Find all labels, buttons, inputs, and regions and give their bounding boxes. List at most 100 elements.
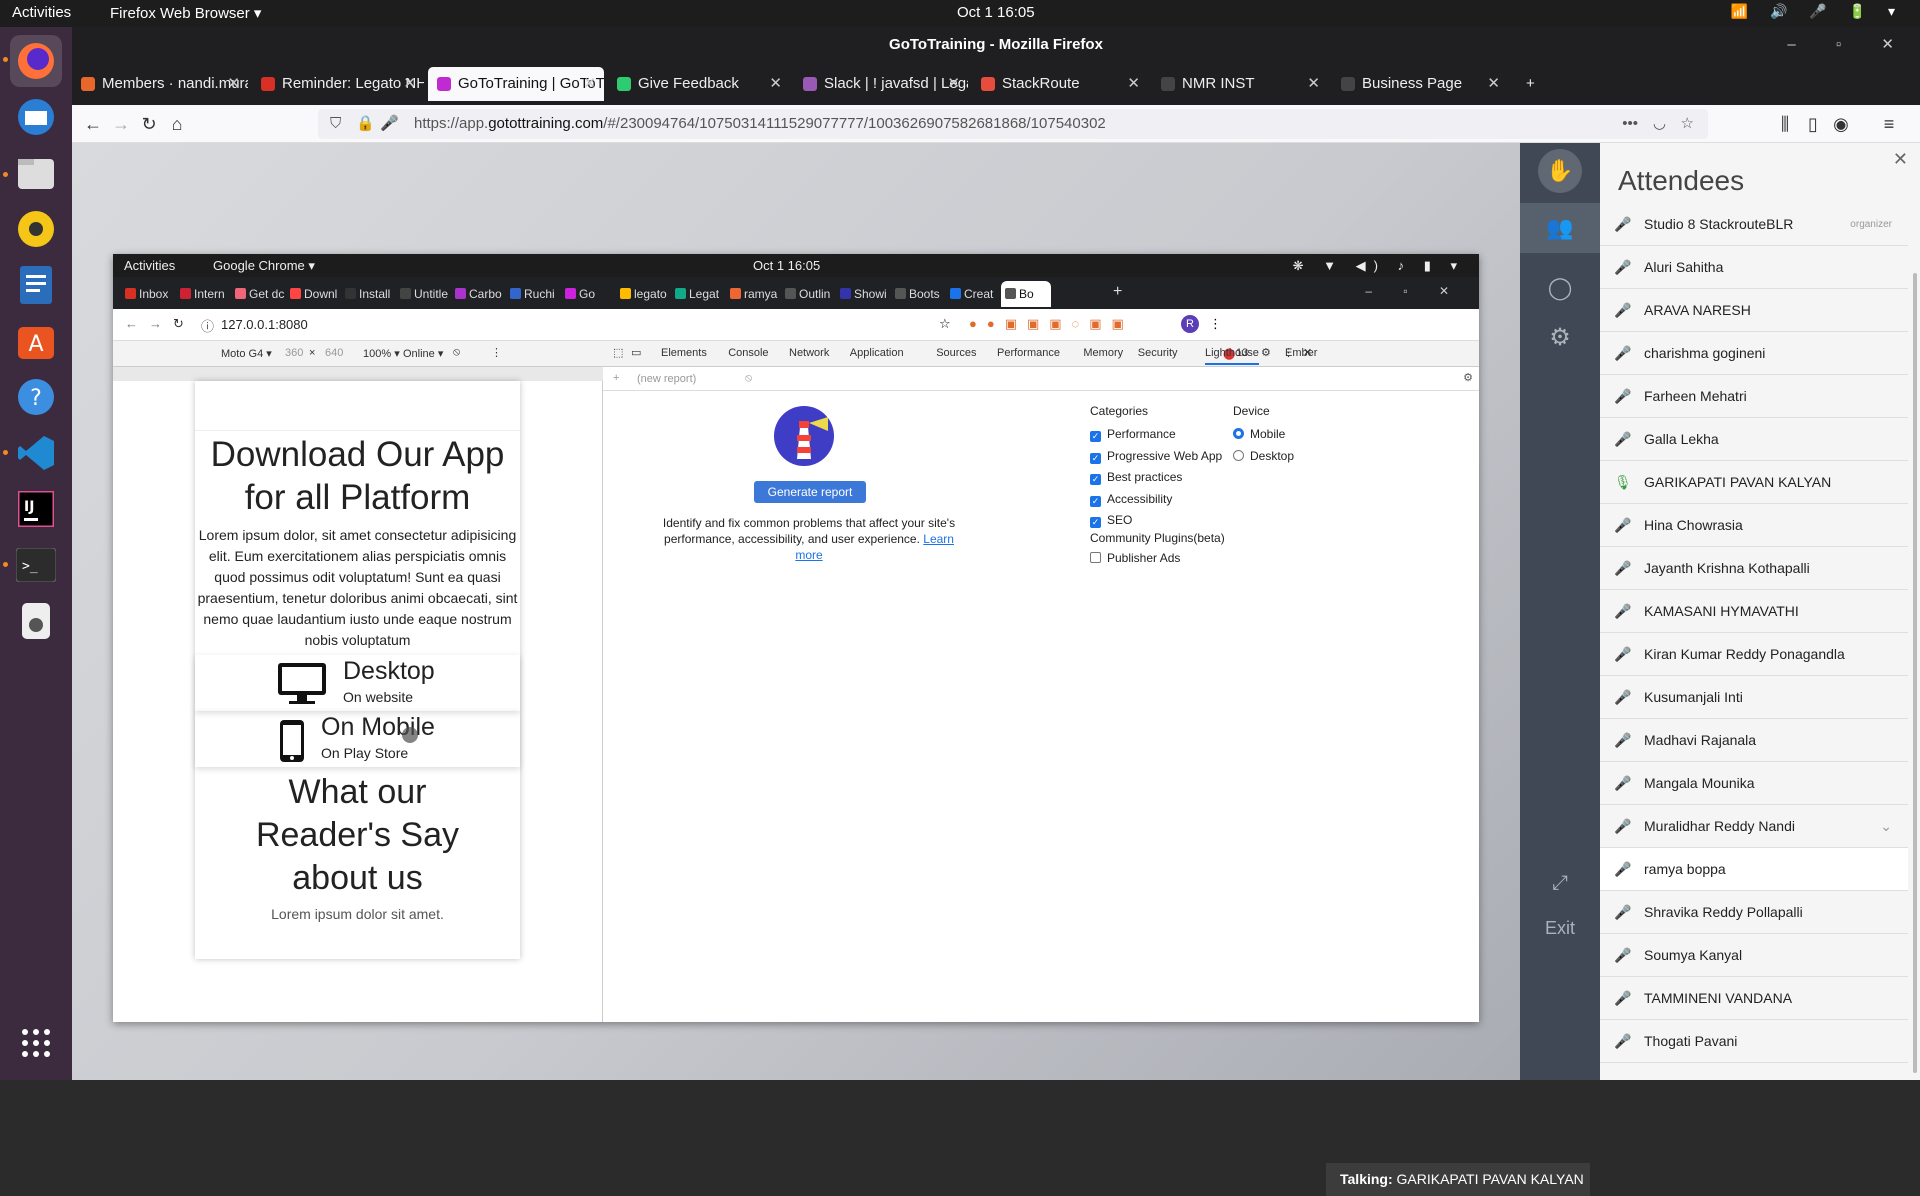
clock[interactable]: Oct 1 16:05 xyxy=(957,4,1035,21)
chrome-tab[interactable]: Outlin xyxy=(781,281,833,307)
attendee-row[interactable]: 🎤 Farheen Mehatri xyxy=(1600,375,1908,418)
chrome-tab[interactable]: Creat xyxy=(946,281,998,307)
libreoffice-writer-icon[interactable] xyxy=(10,259,62,311)
rhythmbox-icon[interactable] xyxy=(10,203,62,255)
chrome-tab[interactable]: Get dc xyxy=(231,281,287,307)
device-menu-icon[interactable]: ⋮ xyxy=(491,346,502,359)
chrome-tab[interactable]: Intern xyxy=(176,281,232,307)
chrome-tab[interactable]: Bo xyxy=(1001,281,1051,307)
forward-icon[interactable]: → xyxy=(108,111,134,137)
firefox-icon[interactable] xyxy=(10,35,62,87)
generate-report-button[interactable]: Generate report xyxy=(754,481,866,503)
devtools-tab-security[interactable]: Security xyxy=(1138,347,1178,359)
settings-gear-icon[interactable]: ⚙ xyxy=(1520,313,1600,363)
tab-close-icon[interactable]: ✕ xyxy=(227,67,240,101)
chrome-tab[interactable]: Carbo xyxy=(451,281,503,307)
attendee-row[interactable]: 🎤 Kusumanjali Inti xyxy=(1600,676,1908,719)
radio-icon[interactable] xyxy=(1233,428,1244,439)
sidebar-toggle-icon[interactable]: ▯ xyxy=(1800,111,1826,137)
network-throttle[interactable]: Online ▾ xyxy=(403,347,443,360)
new-tab-button[interactable]: + xyxy=(1518,67,1548,101)
tab-close-icon[interactable]: ✕ xyxy=(947,67,960,101)
system-tray[interactable]: 📶 🔊 🎤 🔋 ▾ xyxy=(1731,3,1904,20)
back-icon[interactable]: ← xyxy=(80,111,106,137)
attendee-row[interactable]: 🎤 Mangala Mounika xyxy=(1600,762,1908,805)
bookmark-star-icon[interactable]: ☆ xyxy=(1681,109,1694,139)
checkbox-empty-icon[interactable] xyxy=(1090,552,1101,563)
category-checkbox[interactable]: ✓ Accessibility xyxy=(1090,489,1222,511)
thunderbird-icon[interactable] xyxy=(10,91,62,143)
attendee-row[interactable]: 🎤 Studio 8 StackrouteBLR organizer xyxy=(1600,203,1908,246)
attendee-row[interactable]: 🎤 Muralidhar Reddy Nandi ⌄ xyxy=(1600,805,1908,848)
tab-close-icon[interactable]: ✕ xyxy=(1127,67,1140,101)
library-icon[interactable]: ⫼ xyxy=(1772,111,1798,137)
chrome-tab[interactable]: Boots xyxy=(891,281,943,307)
chrome-tab[interactable]: Inbox xyxy=(121,281,177,307)
microphone-permission-icon[interactable]: 🎤 xyxy=(380,109,399,139)
rotate-icon[interactable]: ⦸ xyxy=(453,346,460,359)
raise-hand-icon[interactable]: ✋ xyxy=(1538,149,1582,193)
chrome-window-controls[interactable]: – ▫ ✕ xyxy=(1365,284,1463,298)
attendee-row[interactable]: 🎤 Aluri Sahitha xyxy=(1600,246,1908,289)
attendee-row[interactable]: 🎤 ARAVA NARESH xyxy=(1600,289,1908,332)
browser-tab[interactable]: NMR INST ✕ xyxy=(1152,67,1328,101)
url-bar[interactable]: ⛉ 🔒 🎤 https://app.gotottraining.com/#/23… xyxy=(318,109,1708,139)
browser-tab[interactable]: Give Feedback ✕ xyxy=(608,67,790,101)
checkbox-checked-icon[interactable]: ✓ xyxy=(1090,495,1101,507)
chrome-tab[interactable]: Go xyxy=(561,281,613,307)
menu-icon[interactable]: ≡ xyxy=(1876,111,1902,137)
reload-icon[interactable]: ↻ xyxy=(136,111,162,137)
chrome-new-tab-icon[interactable]: + xyxy=(1113,283,1122,301)
browser-tab[interactable]: GoToTraining | GoToTr ✕ xyxy=(428,67,604,101)
chrome-extension-icons[interactable]: ●●▣▣▣◌▣▣ xyxy=(969,316,1134,332)
vscode-icon[interactable] xyxy=(10,427,62,479)
chrome-tab[interactable]: Legat xyxy=(671,281,723,307)
files-icon[interactable] xyxy=(10,147,62,199)
browser-tab[interactable]: Reminder: Legato NHT W✕ xyxy=(252,67,424,101)
category-checkbox[interactable]: ✓ Best practices xyxy=(1090,467,1222,489)
device-select[interactable]: Moto G4 ▾ xyxy=(221,347,272,360)
disk-icon[interactable] xyxy=(10,595,62,647)
checkbox-checked-icon[interactable]: ✓ xyxy=(1090,474,1101,485)
attendee-row[interactable]: 🎤 Hina Chowrasia xyxy=(1600,504,1908,547)
page-actions-icon[interactable]: ••• xyxy=(1622,109,1638,139)
exit-button[interactable]: Exit xyxy=(1520,908,1600,948)
chrome-tab[interactable]: Showi xyxy=(836,281,888,307)
desktop-option[interactable]: Desktop On website xyxy=(195,655,520,711)
browser-tab[interactable]: Members · nandi.muralid✕ xyxy=(72,67,248,101)
checkbox-checked-icon[interactable]: ✓ xyxy=(1090,452,1101,464)
attendee-row[interactable]: 🎤 Galla Lekha xyxy=(1600,418,1908,461)
browser-tab[interactable]: StackRoute ✕ xyxy=(972,67,1148,101)
pocket-icon[interactable]: ◡ xyxy=(1653,109,1666,139)
home-icon[interactable]: ⌂ xyxy=(164,111,190,137)
devtools-settings-icon[interactable]: ⚙ xyxy=(1261,346,1271,359)
attendee-row[interactable]: 🎤 Thogati Pavani xyxy=(1600,1020,1908,1063)
devtools-tab-application[interactable]: Application xyxy=(850,347,904,359)
attendee-row[interactable]: 🎤 ramya boppa xyxy=(1600,848,1908,891)
category-checkbox[interactable]: ✓ SEO xyxy=(1090,510,1222,532)
app-menu[interactable]: Firefox Web Browser ▾ xyxy=(110,4,261,22)
fullscreen-icon[interactable]: ⤢ xyxy=(1520,863,1600,903)
chrome-tab[interactable]: Downl xyxy=(286,281,342,307)
chrome-url[interactable]: 127.0.0.1:8080 xyxy=(221,317,308,332)
chrome-tab[interactable]: Ruchi xyxy=(506,281,558,307)
mobile-option[interactable]: On Mobile On Play Store xyxy=(195,711,520,767)
show-apps-icon[interactable] xyxy=(10,1017,62,1069)
device-mode-icon[interactable]: ▭ xyxy=(631,346,641,359)
chrome-tab[interactable]: legato xyxy=(616,281,668,307)
profile-avatar[interactable]: R xyxy=(1181,315,1199,333)
category-checkbox[interactable]: ✓ Progressive Web App xyxy=(1090,446,1222,468)
attendee-row[interactable]: 🎤 Madhavi Rajanala xyxy=(1600,719,1908,762)
device-height[interactable]: 640 xyxy=(325,347,343,359)
devtools-tab-network[interactable]: Network xyxy=(789,347,829,359)
attendee-expand-icon[interactable]: ⌄ xyxy=(1880,805,1892,848)
chrome-back-icon[interactable]: ← xyxy=(125,316,138,331)
clear-icon[interactable]: ⦸ xyxy=(745,372,752,385)
attendee-row[interactable]: 🎤 TAMMINENI VANDANA xyxy=(1600,977,1908,1020)
radio-icon[interactable] xyxy=(1233,449,1244,461)
tab-close-icon[interactable]: ✕ xyxy=(403,67,416,101)
chrome-menu-icon[interactable]: ⋮ xyxy=(1209,316,1222,332)
chrome-tab[interactable]: ramya xyxy=(726,281,778,307)
chrome-tab[interactable]: Install xyxy=(341,281,397,307)
browser-tab[interactable]: Business Page ✕ xyxy=(1332,67,1508,101)
